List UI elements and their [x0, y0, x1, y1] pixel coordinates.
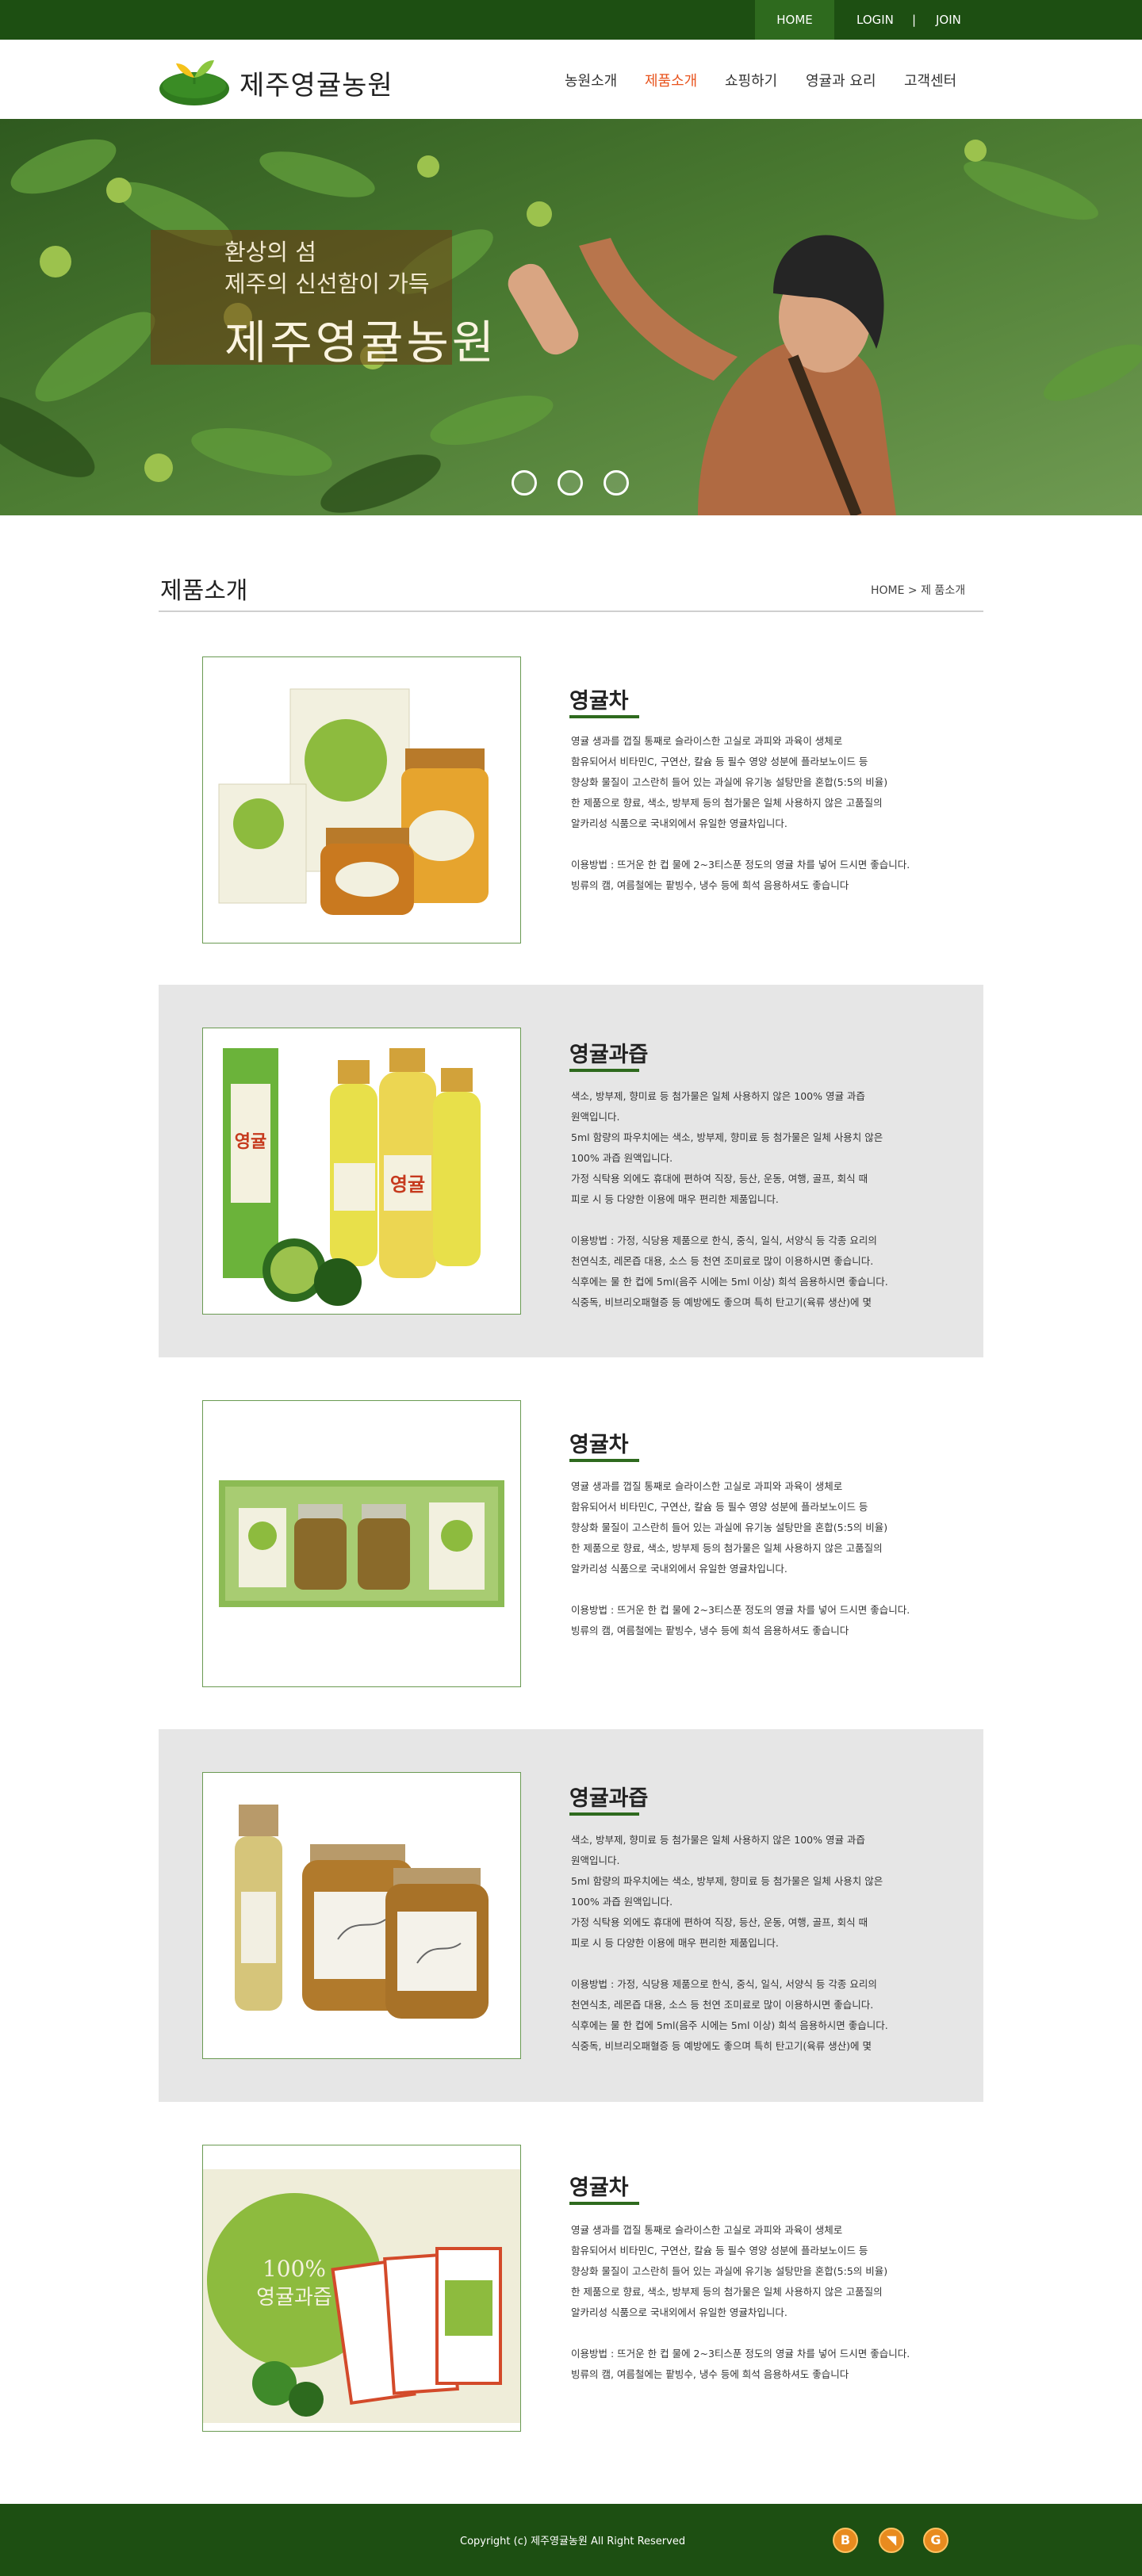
product-image-1[interactable]	[202, 656, 521, 944]
site-footer: Copyright (c) 제주영귤농원 All Right Reserved …	[0, 2504, 1142, 2576]
page-title: 제품소개	[160, 577, 248, 605]
juice-bottles-image: 영귤 영귤	[223, 1048, 481, 1306]
svg-text:영귤: 영귤	[235, 1132, 266, 1152]
product-description-2: 색소, 방부제, 향미료 등 첨가물은 일체 사용하지 않은 100% 영귤 과…	[571, 1090, 888, 1308]
copyright-text: Copyright (c) 제주영귤농원 All Right Reserved	[460, 2536, 686, 2547]
product-name-2: 영귤과즙	[569, 1043, 649, 1067]
product-image-3[interactable]	[202, 1400, 521, 1687]
nav-customer-center[interactable]: 고객센터	[904, 70, 956, 90]
login-link[interactable]: LOGIN	[856, 0, 894, 40]
topbar-separator: |	[912, 13, 917, 27]
site-logo[interactable]: 제주영귤농원	[159, 52, 404, 108]
svg-text:영귤: 영귤	[390, 1173, 425, 1196]
hero-banner: 환상의 섬 제주의 신선함이 가득 제주영귤농원	[0, 119, 1142, 515]
hero-subtitle-1: 환상의 섬	[224, 239, 316, 266]
slider-pagination	[512, 470, 630, 497]
product-name-underline-4	[569, 1812, 639, 1816]
breadcrumb[interactable]: HOME > 제 품소개	[871, 582, 965, 598]
google-icon[interactable]: G	[923, 2528, 948, 2553]
product-name-underline-3	[569, 1459, 639, 1462]
product-name-underline-1	[569, 715, 639, 718]
svg-text:영귤과즙: 영귤과즙	[256, 2286, 332, 2310]
slider-dot-2[interactable]	[558, 470, 583, 496]
blogger-icon[interactable]: B	[833, 2528, 858, 2553]
hero-title: 제주영귤농원	[224, 316, 498, 369]
gift-set-box-image	[219, 1480, 504, 1607]
product-description-5: 영귤 생과를 껍질 통째로 슬라이스한 고실로 과피와 과육이 생체로 함유되어…	[571, 2224, 910, 2380]
nav-products[interactable]: 제품소개	[645, 70, 697, 90]
site-header: 제주영귤농원 농원소개 제품소개 쇼핑하기 영귤과 요리 고객센터	[0, 40, 1142, 119]
product-name-underline-2	[569, 1069, 639, 1072]
rss-icon[interactable]: ◥	[879, 2528, 904, 2553]
join-link[interactable]: JOIN	[936, 0, 961, 40]
product-image-2[interactable]: 영귤 영귤	[202, 1028, 521, 1315]
product-name-underline-5	[569, 2202, 639, 2205]
logo-text: 제주영귤농원	[240, 70, 393, 101]
citrus-logo-icon	[159, 60, 229, 105]
hero-subtitle-2: 제주의 신선함이 가득	[224, 270, 430, 297]
product-image-4[interactable]	[202, 1772, 521, 2059]
nav-farm-intro[interactable]: 농원소개	[565, 70, 617, 90]
nav-recipes[interactable]: 영귤과 요리	[806, 70, 876, 90]
top-utility-bar: HOME LOGIN | JOIN	[0, 0, 1142, 40]
product-name-4: 영귤과즙	[569, 1786, 649, 1811]
tea-jar-gift-image	[218, 688, 489, 915]
product-name-3: 영귤차	[569, 1433, 629, 1457]
slider-dot-3[interactable]	[604, 470, 629, 496]
home-link[interactable]: HOME	[755, 0, 834, 40]
section-divider	[159, 611, 983, 612]
product-description-3: 영귤 생과를 껍질 통째로 슬라이스한 고실로 과피와 과육이 생체로 함유되어…	[571, 1480, 910, 1636]
product-description-4: 색소, 방부제, 향미료 등 첨가물은 일체 사용하지 않은 100% 영귤 과…	[571, 1834, 888, 2052]
nav-shopping[interactable]: 쇼핑하기	[725, 70, 777, 90]
svg-text:100%: 100%	[263, 2256, 326, 2282]
slider-dot-1[interactable]	[512, 470, 537, 496]
product-description-1: 영귤 생과를 껍질 통째로 슬라이스한 고실로 과피와 과육이 생체로 함유되어…	[571, 735, 910, 891]
product-name-5: 영귤차	[569, 2176, 629, 2200]
product-name-1: 영귤차	[569, 689, 629, 714]
product-image-5[interactable]: 100% 영귤과즙	[202, 2145, 521, 2432]
kraft-jars-image	[235, 1805, 489, 2019]
juice-pouch-box-image: 100% 영귤과즙	[203, 2169, 520, 2423]
